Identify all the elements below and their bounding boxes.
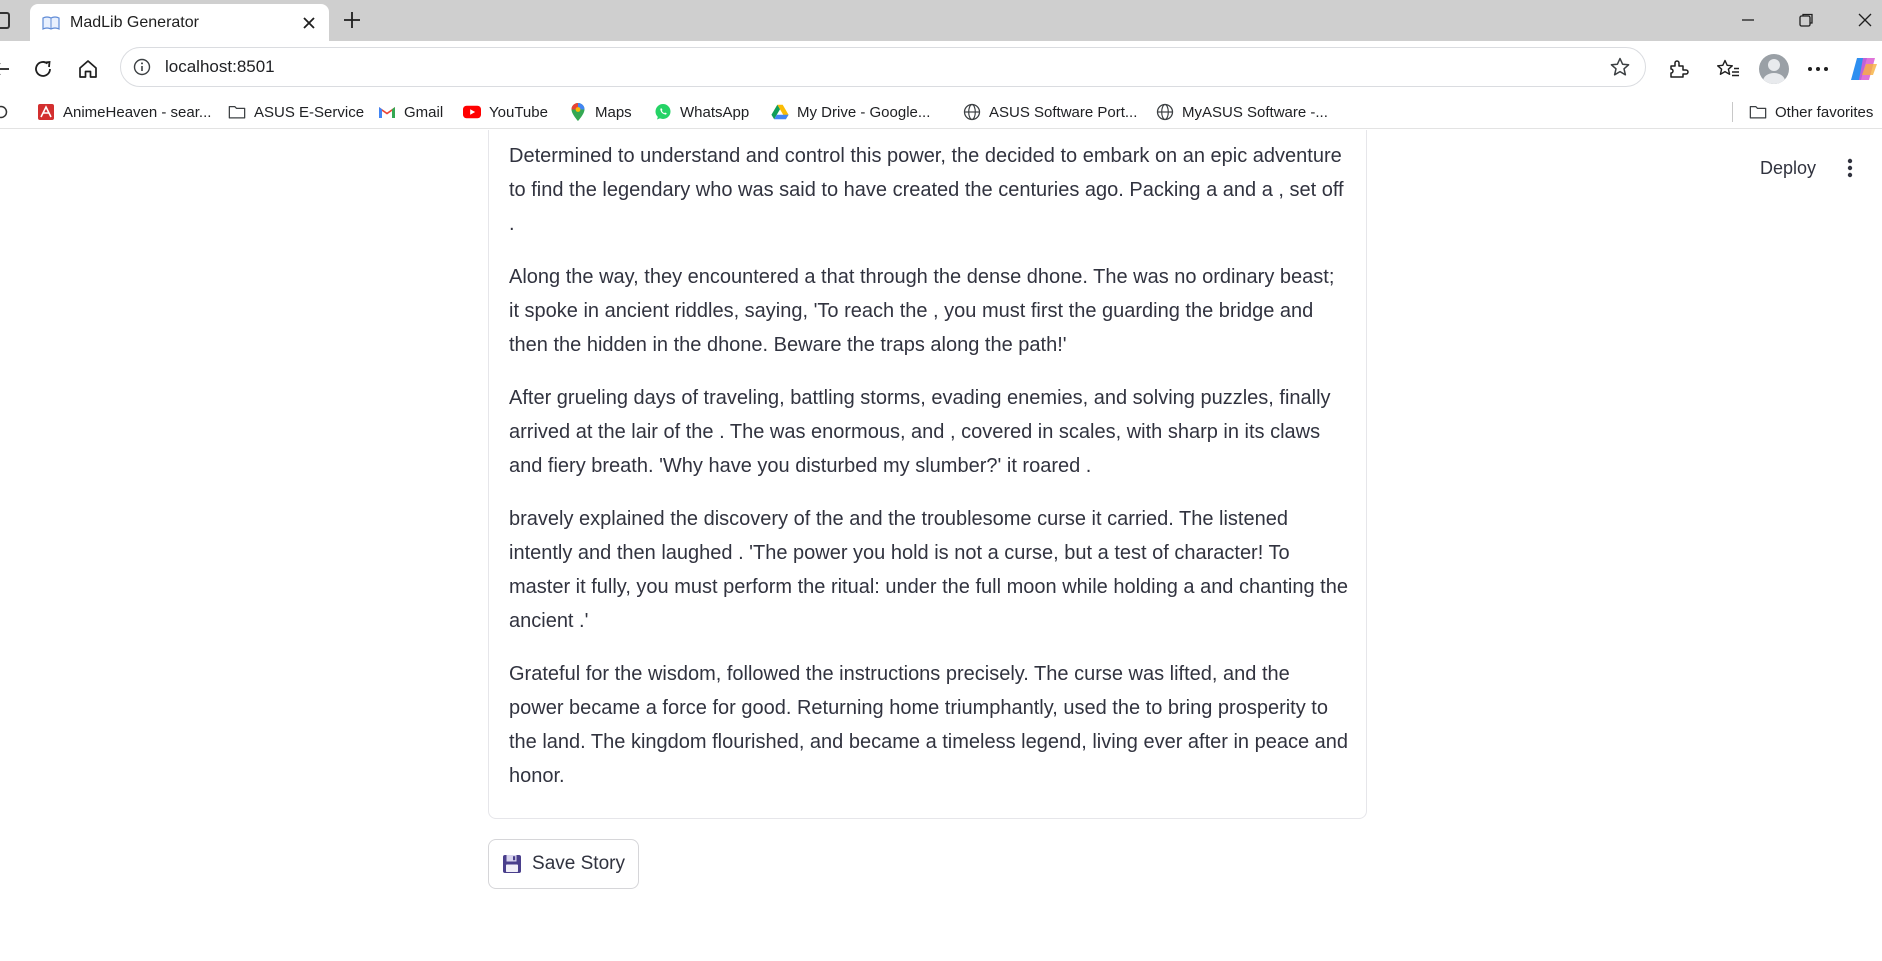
bookmark-gmail[interactable]: Gmail — [378, 98, 443, 126]
more-options-icon[interactable] — [1802, 53, 1834, 85]
story-container: Determined to understand and control thi… — [488, 130, 1367, 819]
bookmarks-divider — [1732, 102, 1733, 122]
folder-icon — [1749, 103, 1767, 121]
story-paragraph: After grueling days of traveling, battli… — [509, 387, 1331, 477]
book-icon — [42, 15, 60, 30]
bookmark-animeheaven[interactable]: AnimeHeaven - sear... — [37, 98, 211, 126]
story-paragraph: bravely explained the discovery of the a… — [509, 508, 1348, 632]
app-page: Deploy Determined to understand and cont… — [0, 130, 1882, 961]
favorites-icon[interactable] — [1712, 53, 1744, 85]
bookmark-maps[interactable]: Maps — [569, 98, 632, 126]
bookmark-other-favorites[interactable]: Other favorites — [1749, 98, 1873, 126]
bookmark-label: Other favorites — [1775, 103, 1874, 121]
bookmark-label: ASUS Software Port... — [989, 103, 1138, 121]
bookmark-label: Gmail — [404, 103, 444, 121]
bookmark-label: My Drive - Google... — [797, 103, 931, 121]
close-tab-icon[interactable] — [295, 9, 323, 37]
folder-icon — [228, 103, 246, 121]
tab-actions-icon[interactable] — [0, 12, 10, 29]
back-icon[interactable] — [0, 54, 16, 84]
bookmark-myasus-software[interactable]: MyASUS Software -... — [1156, 98, 1328, 126]
bookmarks-bar: AnimeHeaven - sear... ASUS E-Service Gma… — [0, 95, 1882, 129]
deploy-button[interactable]: Deploy — [1748, 151, 1828, 185]
bookmark-whatsapp[interactable]: WhatsApp — [654, 98, 749, 126]
address-bar[interactable]: localhost:8501 — [120, 47, 1646, 87]
bookmark-asus-software-portal[interactable]: ASUS Software Port... — [963, 98, 1137, 126]
globe-icon — [1156, 103, 1174, 121]
bookmark-my-drive[interactable]: My Drive - Google... — [771, 98, 930, 126]
bookmark-partial[interactable] — [0, 98, 18, 126]
reload-icon[interactable] — [28, 54, 58, 84]
whatsapp-icon — [654, 103, 672, 121]
profile-avatar-icon[interactable] — [1758, 53, 1790, 85]
save-story-button[interactable]: Save Story — [488, 839, 639, 889]
browser-tab-active[interactable]: MadLib Generator — [30, 4, 329, 41]
story-paragraph: Grateful for the wisdom, followed the in… — [509, 663, 1349, 787]
main-menu-icon[interactable] — [1834, 152, 1866, 184]
bookmark-label: MyASUS Software -... — [1182, 103, 1328, 121]
home-icon[interactable] — [73, 54, 103, 84]
maps-icon — [569, 103, 587, 121]
bookmark-label: ASUS E-Service — [254, 103, 365, 121]
story-paragraph: Determined to understand and control thi… — [509, 145, 1344, 235]
save-story-label: Save Story — [532, 853, 625, 874]
animeheaven-icon — [37, 103, 55, 121]
circle-icon — [0, 103, 10, 121]
restore-icon[interactable] — [1792, 6, 1820, 34]
story-text: Determined to understand and control thi… — [509, 139, 1349, 812]
drive-icon — [771, 103, 789, 121]
site-info-icon[interactable] — [131, 56, 153, 78]
bookmark-label: Maps — [595, 103, 632, 121]
bookmark-label: AnimeHeaven - sear... — [63, 103, 212, 121]
bookmark-youtube[interactable]: YouTube — [463, 98, 548, 126]
minimize-icon[interactable] — [1734, 6, 1762, 34]
bookmark-label: WhatsApp — [680, 103, 750, 121]
bookmark-asus-eservice[interactable]: ASUS E-Service — [228, 98, 364, 126]
browser-toolbar: localhost:8501 — [0, 41, 1882, 95]
tab-title: MadLib Generator — [70, 13, 199, 31]
globe-icon — [963, 103, 981, 121]
url-text: localhost:8501 — [165, 57, 275, 76]
new-tab-icon[interactable] — [338, 6, 366, 34]
youtube-icon — [463, 103, 481, 121]
gmail-icon — [378, 103, 396, 121]
tab-strip: MadLib Generator — [0, 0, 1882, 41]
extensions-icon[interactable] — [1662, 53, 1694, 85]
story-paragraph: Along the way, they encountered a that t… — [509, 266, 1335, 356]
bookmark-label: YouTube — [489, 103, 548, 121]
copilot-icon[interactable] — [1848, 53, 1880, 85]
close-window-icon[interactable] — [1851, 6, 1879, 34]
favorite-star-icon[interactable] — [1605, 52, 1635, 82]
floppy-disk-icon — [502, 854, 522, 874]
